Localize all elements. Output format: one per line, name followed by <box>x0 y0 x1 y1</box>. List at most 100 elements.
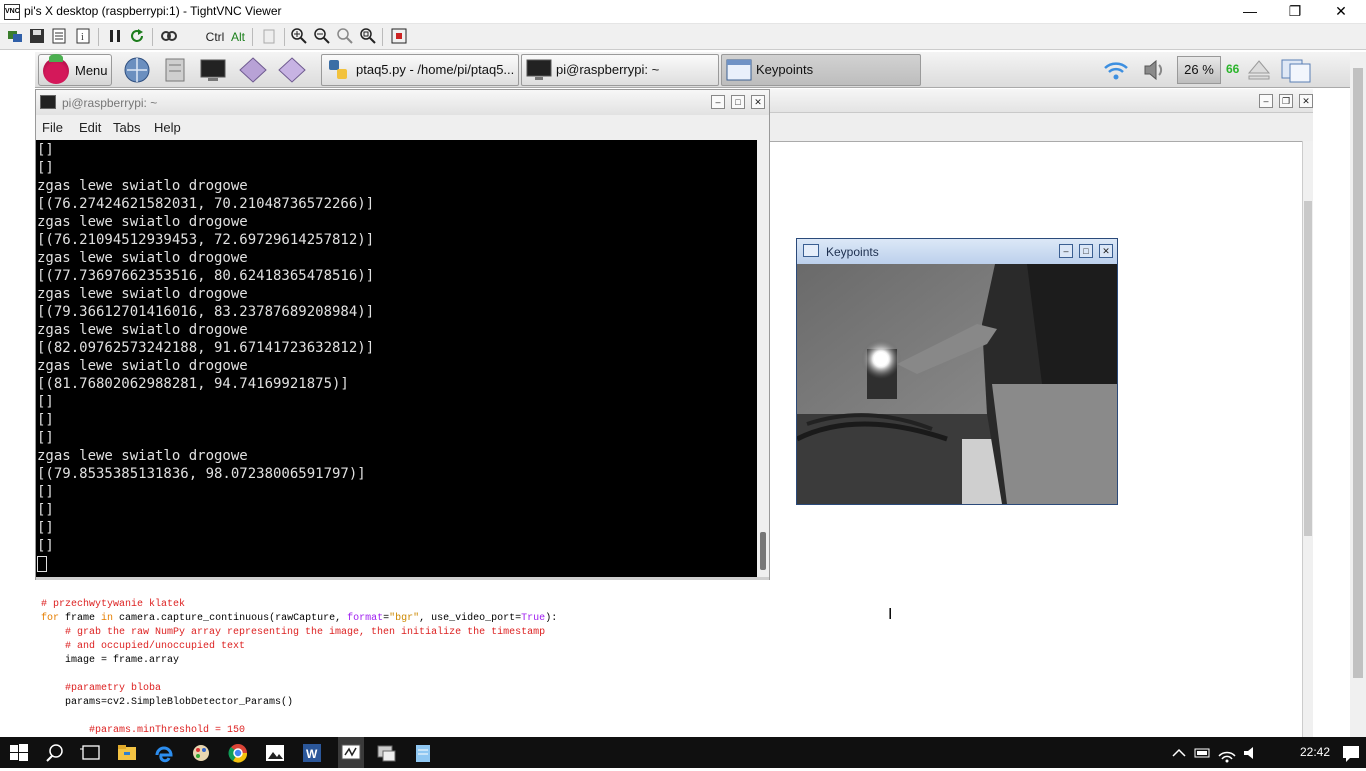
minimize-button[interactable]: – <box>711 95 725 109</box>
info-icon[interactable]: i <box>74 28 92 46</box>
zoom-in-icon[interactable] <box>290 28 308 46</box>
paint-icon[interactable] <box>190 742 212 764</box>
menu-tabs[interactable]: Tabs <box>113 120 140 135</box>
terminal-line: zgas lewe swiatlo drogowe <box>37 448 248 464</box>
terminal-menubar: File Edit Tabs Help <box>36 115 769 140</box>
eject-icon[interactable] <box>1244 56 1274 84</box>
toolbar-divider <box>98 28 99 46</box>
tightvnc-taskbar-icon[interactable] <box>338 737 364 768</box>
terminal-cursor <box>37 556 47 572</box>
prompt-line <box>37 555 757 573</box>
notepad-icon[interactable] <box>412 742 434 764</box>
zoom-100-icon[interactable] <box>336 28 354 46</box>
terminal-launcher-icon[interactable] <box>198 56 228 84</box>
file-manager-icon[interactable] <box>160 56 190 84</box>
terminal-line: [] <box>37 538 54 554</box>
desktop-switcher-icon[interactable] <box>1280 56 1311 84</box>
alt-key-button[interactable]: Alt <box>229 28 247 46</box>
wifi-icon[interactable] <box>1101 56 1131 84</box>
ctrl-key-button[interactable]: Ctrl <box>204 28 226 46</box>
cpu-usage-monitor: 26 % <box>1177 56 1221 84</box>
task-label: Keypoints <box>756 62 814 77</box>
minimize-button[interactable]: – <box>1059 244 1073 258</box>
code-line: image = frame.array <box>41 655 180 666</box>
zoom-out-icon[interactable] <box>313 28 331 46</box>
scrollbar-thumb[interactable] <box>1304 201 1312 536</box>
restore-button[interactable]: ❐ <box>1279 94 1293 108</box>
ctrl-alt-del-icon[interactable] <box>160 28 178 46</box>
menu-label: Menu <box>75 63 108 78</box>
toolbar-divider <box>152 28 153 46</box>
minimize-button[interactable]: — <box>1227 0 1273 24</box>
task-terminal[interactable]: pi@raspberrypi: ~ <box>521 54 719 86</box>
save-icon[interactable] <box>28 28 46 46</box>
new-connection-icon[interactable] <box>6 28 24 46</box>
menu-file[interactable]: File <box>42 120 63 135</box>
photos-icon[interactable] <box>264 742 286 764</box>
tightvnc-app-icon[interactable]: VNC <box>4 4 20 20</box>
task-editor[interactable]: ptaq5.py - /home/pi/ptaq5... <box>321 54 519 86</box>
keypoints-window[interactable]: Keypoints – □ ✕ <box>796 238 1118 505</box>
system-clock[interactable]: 22:42 <box>1300 745 1330 759</box>
close-button[interactable]: ✕ <box>1318 0 1364 24</box>
menu-button[interactable]: Menu <box>38 54 112 86</box>
math-app-icon[interactable] <box>238 56 268 84</box>
close-button[interactable]: ✕ <box>1299 94 1313 108</box>
terminal-output[interactable]: [] [] zgas lewe swiatlo drogowe [(76.274246… <box>36 140 757 577</box>
pause-icon[interactable] <box>106 28 124 46</box>
restore-button[interactable]: ❐ <box>1272 0 1318 24</box>
volume-icon[interactable] <box>1139 56 1169 84</box>
terminal-scrollbar[interactable] <box>757 140 769 577</box>
refresh-icon[interactable] <box>128 28 146 46</box>
code-line: #params.minThreshold = 150 <box>41 725 246 736</box>
code-line: # grab the raw NumPy array representing … <box>41 627 546 638</box>
editor-vertical-scrollbar[interactable] <box>1302 141 1313 737</box>
chevron-up-icon[interactable] <box>1168 742 1190 764</box>
terminal-line: [(79.8535385131836, 98.07238006591797)] <box>37 466 366 482</box>
scrollbar-thumb[interactable] <box>760 532 766 570</box>
search-icon[interactable] <box>44 742 66 764</box>
remote-desktop[interactable]: Menu ptaq5.py - /home/pi/ptaq5... pi@ras… <box>35 52 1350 737</box>
putty-icon[interactable] <box>375 742 397 764</box>
vnc-vertical-scrollbar[interactable] <box>1350 52 1366 737</box>
keypoints-titlebar[interactable]: Keypoints – □ ✕ <box>797 239 1117 264</box>
menu-help[interactable]: Help <box>154 120 181 135</box>
notifications-icon[interactable] <box>1340 742 1362 764</box>
terminal-horizontal-scrollbar[interactable] <box>36 577 769 580</box>
toolbar-divider <box>284 28 285 46</box>
toolbar-divider <box>382 28 383 46</box>
code-line: # and occupied/unoccupied text <box>41 641 246 652</box>
fullscreen-icon[interactable] <box>390 28 408 46</box>
terminal-line: zgas lewe swiatlo drogowe <box>37 178 248 194</box>
terminal-window[interactable]: pi@raspberrypi: ~ – □ ✕ File Edit Tabs H… <box>35 89 770 580</box>
maximize-button[interactable]: □ <box>1079 244 1093 258</box>
zoom-fit-icon[interactable] <box>359 28 377 46</box>
options-icon[interactable] <box>50 28 68 46</box>
menu-edit[interactable]: Edit <box>79 120 101 135</box>
task-keypoints[interactable]: Keypoints <box>721 54 921 86</box>
start-icon[interactable] <box>8 742 30 764</box>
minimize-button[interactable]: – <box>1259 94 1273 108</box>
battery-icon[interactable] <box>1192 742 1214 764</box>
clipboard-icon[interactable] <box>260 28 278 46</box>
lxde-panel: Menu ptaq5.py - /home/pi/ptaq5... pi@ras… <box>35 52 1350 88</box>
scrollbar-thumb[interactable] <box>1353 68 1363 678</box>
task-view-icon[interactable] <box>80 742 102 764</box>
code-editor[interactable]: # przechwytywanie klatek for frame in ca… <box>35 592 1302 737</box>
close-button[interactable]: ✕ <box>1099 244 1113 258</box>
speaker-icon[interactable] <box>1240 742 1262 764</box>
wifi-icon[interactable] <box>1216 742 1238 764</box>
chrome-icon[interactable] <box>227 742 249 764</box>
edge-icon[interactable] <box>153 742 175 764</box>
wolfram-app-icon[interactable] <box>277 56 307 84</box>
cpu-temperature: 66 <box>1226 62 1240 76</box>
file-explorer-icon[interactable] <box>116 742 138 764</box>
maximize-button[interactable]: □ <box>731 95 745 109</box>
terminal-line: [] <box>37 394 54 410</box>
word-icon[interactable]: W <box>301 742 323 764</box>
close-button[interactable]: ✕ <box>751 95 765 109</box>
terminal-line: zgas lewe swiatlo drogowe <box>37 250 248 266</box>
terminal-line: [(77.73697662353516, 80.62418365478516)] <box>37 268 375 284</box>
web-browser-icon[interactable] <box>122 56 152 84</box>
terminal-titlebar[interactable]: pi@raspberrypi: ~ – □ ✕ <box>36 90 769 115</box>
